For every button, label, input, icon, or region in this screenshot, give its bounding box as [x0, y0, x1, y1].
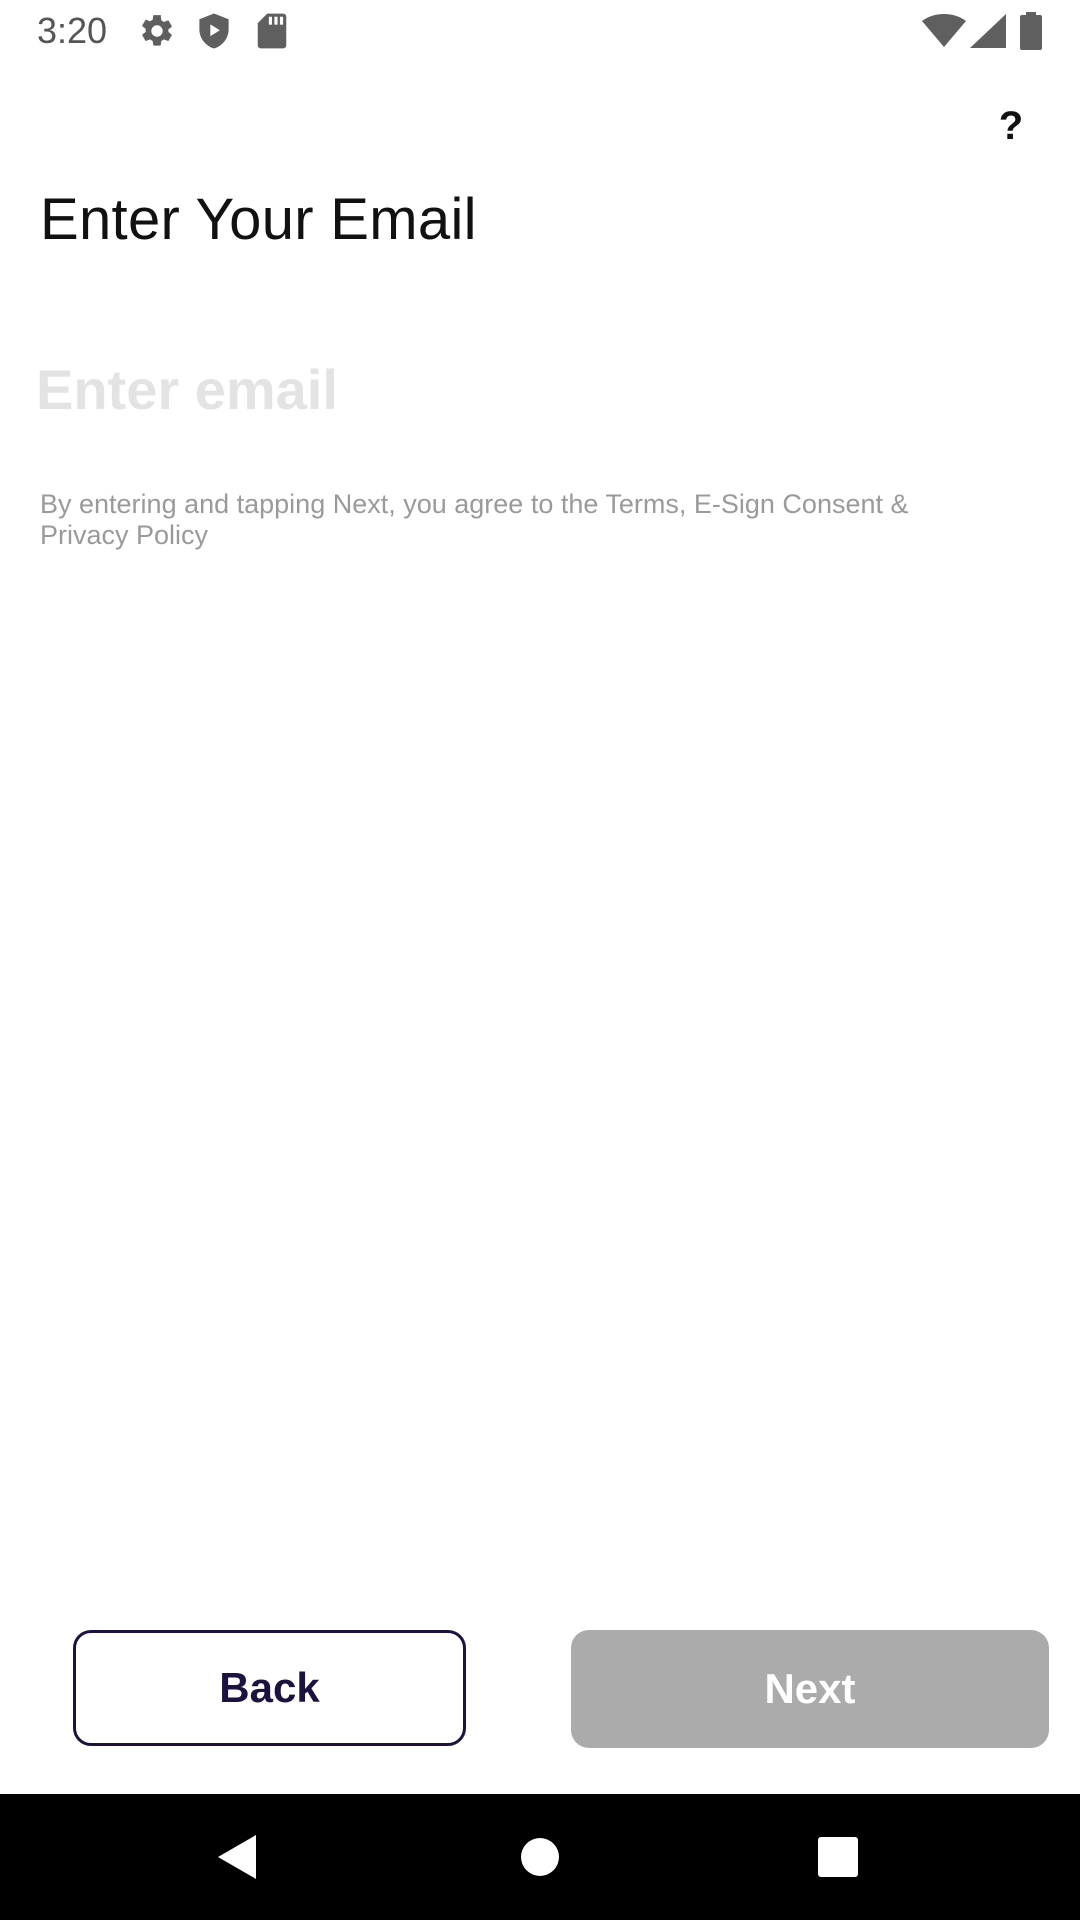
navigation-bar: [0, 1794, 1080, 1920]
shield-play-icon: [196, 12, 232, 52]
status-bar: 3:20: [0, 0, 1080, 63]
consent-text: By entering and tapping Next, you agree …: [40, 489, 909, 550]
wifi-icon: [922, 14, 966, 54]
status-time: 3:20: [37, 10, 108, 51]
page-title: Enter Your Email: [40, 187, 477, 252]
sd-card-icon: [256, 12, 288, 52]
recents-square-icon[interactable]: [778, 1794, 898, 1920]
back-triangle-icon[interactable]: [178, 1794, 298, 1920]
gear-icon: [138, 12, 176, 52]
battery-icon: [1020, 12, 1042, 52]
help-button[interactable]: ?: [985, 100, 1037, 152]
back-button[interactable]: Back: [73, 1630, 466, 1746]
next-button[interactable]: Next: [571, 1630, 1049, 1748]
email-field[interactable]: [36, 344, 996, 434]
home-circle-icon[interactable]: [480, 1794, 600, 1920]
cell-signal-icon: [970, 14, 1006, 54]
